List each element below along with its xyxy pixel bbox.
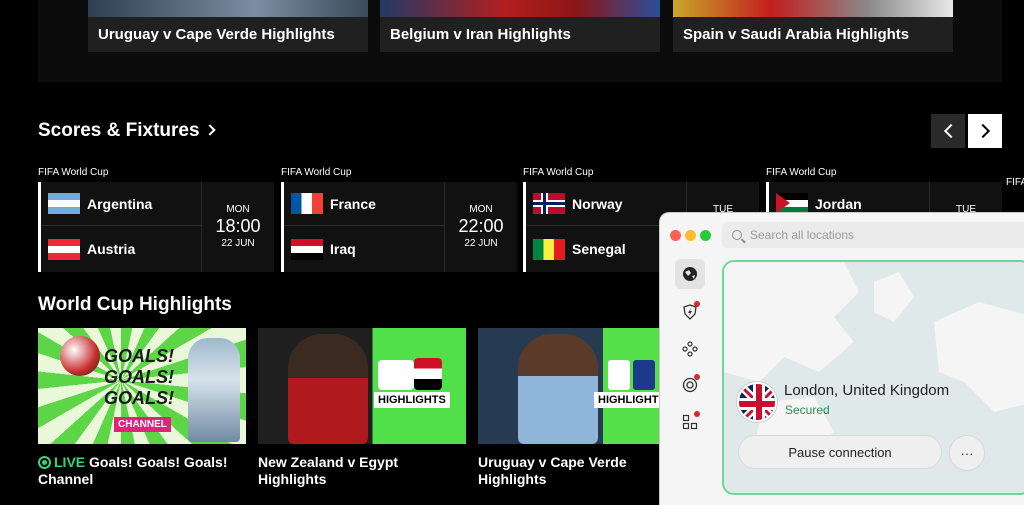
globe-icon bbox=[683, 267, 697, 281]
sidebar-dark-web-monitor[interactable] bbox=[678, 373, 702, 397]
norway-flag-icon bbox=[533, 193, 565, 214]
connected-location: London, United Kingdom bbox=[784, 382, 950, 399]
fixture-card[interactable]: FIFA World Cup Argentina Austria MON 18:… bbox=[38, 167, 274, 273]
notification-dot bbox=[694, 374, 700, 380]
france-flag-icon bbox=[291, 193, 323, 214]
highlight-thumbnail bbox=[380, 0, 660, 17]
team-name: France bbox=[330, 195, 376, 212]
sidebar-apps[interactable] bbox=[678, 410, 702, 434]
highlight-thumbnail: GOALS! GOALS! GOALS! CHANNEL bbox=[38, 328, 246, 444]
notification-dot bbox=[694, 301, 700, 307]
kickoff-clock: 18:00 bbox=[215, 216, 261, 236]
kickoff-time: MON 22:00 22 JUN bbox=[444, 182, 517, 272]
team-name: Iraq bbox=[330, 241, 356, 257]
team-name: Austria bbox=[87, 241, 136, 257]
highlights-heading: World Cup Highlights bbox=[38, 294, 232, 315]
sidebar-meshnet[interactable] bbox=[678, 337, 702, 361]
kickoff-date: 22 JUN bbox=[464, 238, 498, 249]
live-label: LIVE bbox=[54, 454, 86, 470]
minimize-window-button[interactable] bbox=[685, 230, 696, 241]
highlight-title: New Zealand v Egypt Highlights bbox=[258, 454, 399, 487]
more-options-button[interactable]: ··· bbox=[949, 435, 985, 471]
iraq-flag-icon bbox=[291, 238, 323, 260]
team-row: Austria bbox=[41, 227, 201, 271]
vpn-app-window: Search all locations London, United King… bbox=[659, 212, 1024, 505]
chevron-right-icon bbox=[203, 124, 216, 136]
highlight-title: Uruguay v Cape Verde Highlights bbox=[98, 26, 335, 43]
highlights-badge: HIGHLIGHTS bbox=[374, 392, 450, 408]
live-icon bbox=[38, 456, 51, 469]
player-image bbox=[188, 338, 240, 442]
highlight-title: Belgium v Iran Highlights bbox=[390, 26, 571, 43]
channel-badge: CHANNEL bbox=[114, 417, 171, 432]
connection-status: Secured bbox=[785, 403, 830, 417]
competition-label: FIFA World Cup bbox=[523, 167, 594, 178]
top-highlight-card[interactable]: Uruguay v Cape Verde Highlights bbox=[88, 0, 368, 52]
search-icon bbox=[732, 230, 742, 240]
competition-label: FIFA bbox=[1006, 177, 1024, 188]
team-name: Argentina bbox=[87, 195, 153, 212]
highlight-card[interactable]: HIGHLIGHTS New Zealand v Egypt Highlight… bbox=[258, 328, 466, 488]
carousel-next-button[interactable] bbox=[968, 114, 1002, 148]
team-name: Jordan bbox=[815, 195, 862, 212]
sidebar-globe[interactable] bbox=[675, 259, 705, 289]
football-image bbox=[60, 336, 100, 376]
player-image bbox=[518, 334, 598, 444]
pause-connection-button[interactable]: Pause connection bbox=[738, 435, 942, 469]
carousel-prev-button[interactable] bbox=[931, 114, 965, 148]
highlight-thumbnail: HIGHLIGHTS bbox=[258, 328, 466, 444]
chevron-left-icon bbox=[943, 123, 958, 139]
senegal-flag-icon bbox=[533, 238, 565, 260]
fixture-card[interactable]: FIFA World Cup France Iraq MON 22:00 22 … bbox=[281, 167, 517, 273]
highlight-card[interactable]: GOALS! GOALS! GOALS! CHANNEL LIVE Goals!… bbox=[38, 328, 246, 488]
highlight-thumbnail: HIGHLIGHTS bbox=[478, 328, 686, 444]
team-crest-icon bbox=[414, 358, 442, 390]
team-row: France bbox=[284, 182, 444, 226]
search-placeholder: Search all locations bbox=[750, 228, 855, 242]
highlight-title: Spain v Saudi Arabia Highlights bbox=[683, 26, 910, 43]
competition-label: FIFA World Cup bbox=[766, 167, 837, 178]
kickoff-day: MON bbox=[226, 204, 250, 215]
mesh-icon bbox=[682, 341, 698, 357]
team-row: Iraq bbox=[284, 227, 444, 271]
argentina-flag-icon bbox=[48, 193, 80, 214]
team-crest-icon bbox=[633, 360, 655, 390]
location-search-input[interactable]: Search all locations bbox=[722, 222, 1024, 248]
top-highlight-card[interactable]: Spain v Saudi Arabia Highlights bbox=[673, 0, 953, 52]
kickoff-day: MON bbox=[469, 204, 493, 215]
sidebar-threat-protection[interactable] bbox=[678, 300, 702, 324]
notification-dot bbox=[694, 411, 700, 417]
competition-label: FIFA World Cup bbox=[281, 167, 352, 178]
zoom-window-button[interactable] bbox=[700, 230, 711, 241]
highlight-thumbnail bbox=[88, 0, 368, 17]
team-crest-icon bbox=[378, 360, 414, 390]
chevron-right-icon bbox=[975, 123, 991, 139]
kickoff-date: 22 JUN bbox=[221, 238, 255, 249]
uk-flag-icon bbox=[737, 382, 777, 422]
top-highlights-row: Uruguay v Cape Verde Highlights Belgium … bbox=[38, 0, 1002, 82]
highlight-thumbnail bbox=[673, 0, 953, 17]
scores-fixtures-title: Scores & Fixtures bbox=[38, 120, 200, 141]
team-crest-icon bbox=[608, 360, 630, 390]
top-highlight-card[interactable]: Belgium v Iran Highlights bbox=[380, 0, 660, 52]
team-name: Senegal bbox=[572, 241, 626, 257]
team-name: Norway bbox=[572, 195, 623, 212]
kickoff-clock: 22:00 bbox=[458, 216, 504, 236]
thumbnail-text: GOALS! GOALS! GOALS! bbox=[104, 346, 174, 408]
player-image bbox=[288, 334, 368, 444]
competition-label: FIFA World Cup bbox=[38, 167, 109, 178]
austria-flag-icon bbox=[48, 238, 80, 260]
close-window-button[interactable] bbox=[670, 230, 681, 241]
highlight-title: LIVE Goals! Goals! Goals! Channel bbox=[38, 454, 246, 488]
scores-fixtures-heading[interactable]: Scores & Fixtures bbox=[38, 120, 216, 142]
team-row: Argentina bbox=[41, 182, 201, 226]
kickoff-time: MON 18:00 22 JUN bbox=[201, 182, 274, 272]
highlight-card[interactable]: HIGHLIGHTS Uruguay v Cape Verde Highligh… bbox=[478, 328, 686, 488]
jordan-flag-icon bbox=[776, 193, 808, 214]
highlight-title: Uruguay v Cape Verde Highlights bbox=[478, 454, 627, 487]
